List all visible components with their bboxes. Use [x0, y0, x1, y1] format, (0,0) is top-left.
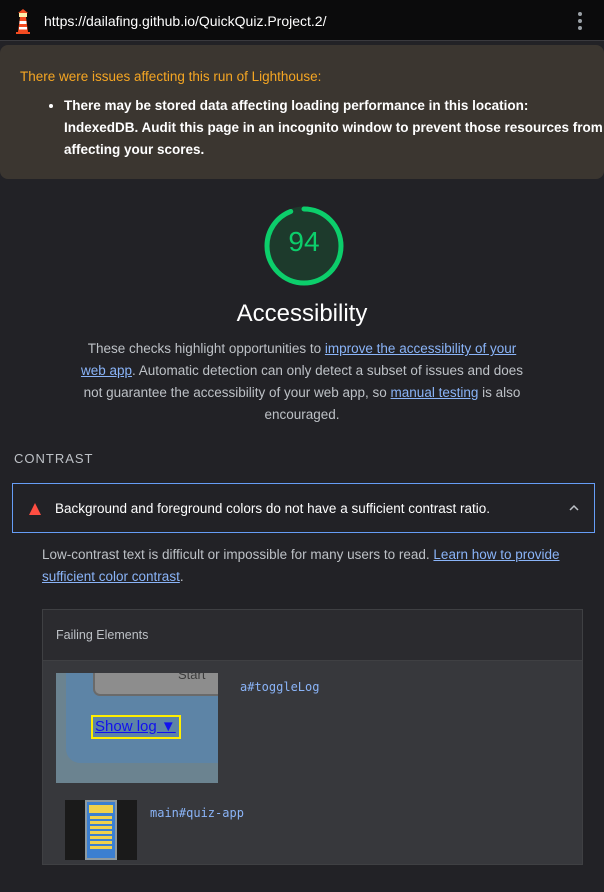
element-screenshot [65, 800, 137, 860]
element-selector: main#quiz-app [150, 806, 244, 820]
browser-toolbar: https://dailafing.github.io/QuickQuiz.Pr… [0, 0, 604, 41]
table-body: Start Show log ▼ a#toggleLog main#quiz-a… [43, 661, 582, 864]
group-title: CONTRAST [14, 451, 94, 466]
lighthouse-icon [16, 9, 30, 34]
category-description: These checks highlight opportunities to … [80, 341, 524, 422]
audit-description: Low-contrast text is difficult or imposs… [42, 547, 560, 584]
fail-triangle-icon [29, 503, 41, 515]
run-warnings-box: There were issues affecting this run of … [0, 45, 604, 179]
snapshot-partial-text: Start [178, 673, 206, 682]
warning-item: There may be stored data affecting loadi… [64, 95, 604, 161]
chevron-up-icon[interactable] [568, 502, 580, 514]
element-selector: a#toggleLog [240, 680, 320, 694]
warning-title: There were issues affecting this run of … [20, 69, 322, 84]
page-url: https://dailafing.github.io/QuickQuiz.Pr… [44, 13, 327, 29]
snapshot-show-log-text: Show log ▼ [95, 718, 176, 735]
score-value: 94 [288, 226, 320, 257]
table-header: Failing Elements [43, 610, 582, 661]
failing-elements-table: Failing Elements Start Show log ▼ a#togg… [42, 609, 583, 865]
warning-list: There may be stored data affecting loadi… [44, 95, 604, 161]
category-title: Accessibility [236, 300, 368, 327]
kebab-menu-icon[interactable] [574, 12, 586, 30]
audit-contrast-header[interactable]: Background and foreground colors do not … [12, 483, 595, 533]
element-screenshot: Start Show log ▼ [56, 673, 218, 783]
table-header-label: Failing Elements [56, 628, 149, 642]
manual-testing-link[interactable]: manual testing [391, 385, 479, 400]
audit-title: Background and foreground colors do not … [55, 501, 491, 516]
